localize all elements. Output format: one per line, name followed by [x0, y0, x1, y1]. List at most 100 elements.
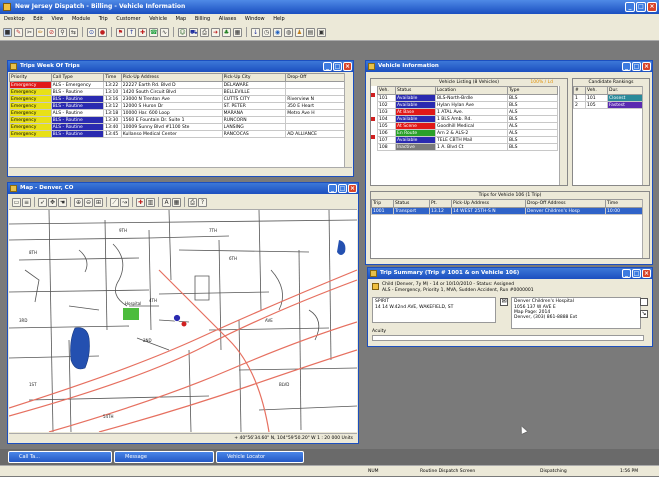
- minimized-window-vehicle-locator[interactable]: Vehicle Locator: [216, 451, 304, 463]
- summary-side-icon-2[interactable]: ↘: [640, 310, 648, 318]
- route-icon[interactable]: ∿: [160, 27, 169, 37]
- pencil-icon[interactable]: ✏: [36, 27, 45, 37]
- trips-maximize-icon[interactable]: □: [333, 62, 342, 71]
- up-arrow-icon[interactable]: ↑: [127, 27, 136, 37]
- ambulance-icon[interactable]: ✚: [138, 27, 147, 37]
- map-pan-icon[interactable]: ✥: [48, 197, 57, 207]
- down-arrow-icon[interactable]: ↓: [251, 27, 260, 37]
- summary-side-icon-1[interactable]: [640, 298, 648, 306]
- column-header[interactable]: Trip: [371, 199, 394, 208]
- map-ambulance-icon[interactable]: ✚: [136, 197, 145, 207]
- wrench-icon[interactable]: ✂: [25, 27, 34, 37]
- arrow-right-icon[interactable]: ➜: [211, 27, 220, 37]
- column-header[interactable]: Time: [605, 199, 644, 208]
- menu-billing[interactable]: Billing: [195, 16, 210, 22]
- camera-icon[interactable]: ◍: [284, 27, 293, 37]
- chart-icon[interactable]: ▤: [306, 27, 315, 37]
- column-header[interactable]: #: [573, 86, 586, 95]
- zoom-out-icon[interactable]: ⊖: [84, 197, 93, 207]
- column-header[interactable]: Priority: [9, 73, 52, 82]
- table-row[interactable]: Emergency BLS - Routine 13:10 1420 South Ci…: [9, 88, 352, 96]
- vehicle-close-icon[interactable]: ×: [642, 62, 651, 71]
- menu-edit[interactable]: Edit: [33, 16, 43, 22]
- menu-window[interactable]: Window: [245, 16, 265, 22]
- trips-hscroll[interactable]: [9, 167, 352, 175]
- phone-icon[interactable]: ☎: [149, 27, 158, 37]
- table-row[interactable]: 106 En Route Arn 2 & ALS-2 ALS: [377, 129, 558, 137]
- map-maximize-icon[interactable]: □: [338, 184, 347, 193]
- filter-icon[interactable]: ⚲: [58, 27, 67, 37]
- clock-icon[interactable]: ◷: [262, 27, 271, 37]
- target-icon[interactable]: ⊙: [87, 27, 96, 37]
- minimized-window-message[interactable]: Message: [114, 451, 214, 463]
- stop-icon[interactable]: ●: [98, 27, 107, 37]
- maximize-icon[interactable]: □: [636, 2, 646, 12]
- menu-trip[interactable]: Trip: [99, 16, 108, 22]
- table-row[interactable]: Emergency BLS - Routine 13:45 Kullanso Medi…: [9, 130, 352, 138]
- table-row[interactable]: 108 Inactive 1 A. Blvd Ct BLS: [377, 143, 558, 151]
- people-icon[interactable]: ☺: [178, 27, 187, 37]
- map-title-bar[interactable]: Map - Denver, CO _ □ ×: [8, 183, 358, 194]
- column-header[interactable]: Status: [395, 86, 436, 95]
- vehicle-maximize-icon[interactable]: □: [632, 62, 641, 71]
- column-header[interactable]: Drop-Off: [285, 73, 352, 82]
- column-header[interactable]: Drop-Off Address: [525, 199, 606, 208]
- cancel-icon[interactable]: ⊘: [47, 27, 56, 37]
- table-row[interactable]: 1 101 Closest: [573, 94, 644, 102]
- menu-aliases[interactable]: Aliases: [219, 16, 237, 22]
- vehicle-title-bar[interactable]: Vehicle Information _ □ ×: [366, 61, 652, 72]
- incident-marker-icon[interactable]: [181, 321, 187, 327]
- column-header[interactable]: Veh.: [585, 86, 608, 95]
- notes-field[interactable]: [372, 335, 644, 341]
- map-hand-icon[interactable]: ☚: [58, 197, 67, 207]
- table-row[interactable]: 2 105 Fastest: [573, 101, 644, 109]
- truck-icon[interactable]: ⛟: [189, 27, 198, 37]
- map-layers-icon[interactable]: ▥: [146, 197, 155, 207]
- trips-vscroll[interactable]: [344, 73, 352, 167]
- flag-icon[interactable]: ⚑: [116, 27, 125, 37]
- column-header[interactable]: Veh.: [377, 86, 396, 95]
- summary-title-bar[interactable]: Trip Summary (Trip # 1001 & on Vehicle 1…: [368, 268, 652, 279]
- menu-map[interactable]: Map: [176, 16, 187, 22]
- tree-icon[interactable]: ♣: [222, 27, 231, 37]
- minimized-window-call-taker[interactable]: Call Ta...: [8, 451, 112, 463]
- user-icon[interactable]: ♟: [295, 27, 304, 37]
- vehicle-filter-label[interactable]: 100% / Ld: [530, 79, 553, 86]
- table-row[interactable]: Emergency ALS - Routine 13:18 10000 Har. 60…: [9, 109, 352, 117]
- table-row[interactable]: Emergency ALS - Emergency 13:22 22227 Earth…: [9, 81, 352, 89]
- swap-icon[interactable]: ⇆: [69, 27, 78, 37]
- map-help-icon[interactable]: ?: [198, 197, 207, 207]
- table-row[interactable]: 103 At Base 1 ATAL Ave. ALS: [377, 108, 558, 116]
- grid-icon[interactable]: ▦: [233, 27, 242, 37]
- summary-close-icon[interactable]: ×: [642, 269, 651, 278]
- trips-close-icon[interactable]: ×: [343, 62, 352, 71]
- minimize-icon[interactable]: _: [625, 2, 635, 12]
- column-header[interactable]: Pick-Up City: [221, 73, 287, 82]
- menu-desktop[interactable]: Desktop: [4, 16, 25, 22]
- column-header[interactable]: Pick-Up Address: [451, 199, 526, 208]
- menu-help[interactable]: Help: [273, 16, 284, 22]
- edit-icon[interactable]: ✎: [14, 27, 23, 37]
- map-legend-icon[interactable]: ▦: [172, 197, 181, 207]
- map-pointer-icon[interactable]: ➶: [38, 197, 47, 207]
- table-row[interactable]: 1001 Transport 13.12 14 WEST 25TH-S N De…: [371, 207, 644, 215]
- dropoff-icon[interactable]: ✉: [500, 298, 508, 306]
- column-header[interactable]: Location: [435, 86, 508, 95]
- column-header[interactable]: Status: [393, 199, 430, 208]
- table-row[interactable]: 102 Available Hylan Hylan Ave BLS: [377, 101, 558, 109]
- column-header[interactable]: Call Type: [50, 73, 105, 82]
- column-header[interactable]: Type: [507, 86, 558, 95]
- table-row[interactable]: 101 Available BLS-North-Brdle BLS: [377, 94, 558, 102]
- hospital-block[interactable]: [123, 308, 139, 320]
- table-row[interactable]: Emergency BLS - Routine 13:16 23000 N Trent…: [9, 95, 352, 103]
- trips-vehicle-vscroll[interactable]: [642, 199, 649, 258]
- column-header[interactable]: Pick-Up Address: [120, 73, 223, 82]
- table-row[interactable]: Emergency BLS - Routine 13:12 12000 S Huron…: [9, 102, 352, 110]
- trips-title-bar[interactable]: Trips Week Of Trips _ □ ×: [8, 61, 353, 72]
- map-canvas[interactable]: 9TH 7TH 8TH 6TH 4TH 3RD 2ND 1ST AVE BLVD…: [9, 210, 357, 432]
- save-icon[interactable]: ■: [3, 27, 12, 37]
- paste-icon[interactable]: ▣: [317, 27, 326, 37]
- column-header[interactable]: Dur.: [607, 86, 644, 95]
- candidate-vscroll[interactable]: [642, 86, 649, 185]
- menu-vehicle[interactable]: Vehicle: [149, 16, 167, 22]
